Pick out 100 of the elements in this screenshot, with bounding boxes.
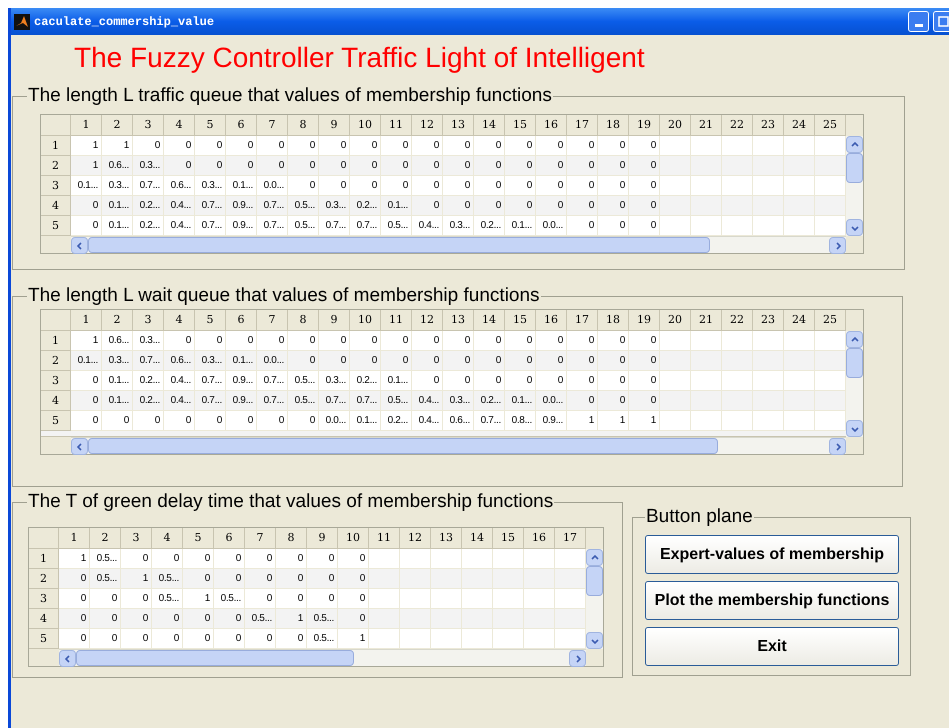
panel-title: The length L wait queue that values of membership functions [27,284,541,308]
table-cell: 0.5... [381,391,412,411]
table-cell: 0.9... [226,196,257,216]
table-cell: 0 [59,589,90,609]
table-cell [722,331,753,351]
table-cell: 0 [567,196,598,216]
action-button[interactable]: Plot the membership functions [645,581,899,620]
scroll-right-icon[interactable] [829,237,846,254]
scroll-thumb[interactable] [586,566,603,596]
table-cell: 0 [226,411,257,431]
scroll-left-icon[interactable] [59,650,76,667]
scroll-up-icon[interactable] [846,136,863,153]
table-cell: 0.7... [257,196,288,216]
action-button[interactable]: Exit [645,627,899,666]
table-cell: 0 [307,549,338,569]
table-cell: 0.1... [350,411,381,431]
table-cell: 0 [59,609,90,629]
table-cell: 0 [598,156,629,176]
scroll-thumb[interactable] [88,237,710,253]
table-cell: 0.5... [245,609,276,629]
table-cell: 0 [338,589,369,609]
scroll-up-icon[interactable] [846,331,863,348]
table-cell: 1 [121,569,152,589]
scroll-down-icon[interactable] [846,420,863,437]
table-cell: 0 [288,351,319,371]
table-cell [660,196,691,216]
scroll-left-icon[interactable] [71,438,88,455]
table-cell: 0 [183,629,214,649]
table-cell: 0 [381,136,412,156]
table-cell [815,216,846,236]
table-cell [369,549,400,569]
table-cell: 0 [598,391,629,411]
table-cell: 0.2... [133,371,164,391]
scroll-thumb[interactable] [846,153,863,183]
table-cell: 0.7... [195,391,226,411]
table-cell: 0 [59,569,90,589]
table-cell [660,136,691,156]
table-cell [431,609,462,629]
scroll-left-icon[interactable] [71,237,88,254]
table-cell [660,351,691,371]
table-cell: 0 [412,331,443,351]
table-cell: 0.1... [226,176,257,196]
table-cell: 0.9... [536,411,567,431]
table-cell: 0.7... [474,411,505,431]
table-cell: 0 [276,569,307,589]
table-cell: 0.1... [102,391,133,411]
scroll-thumb[interactable] [88,438,718,454]
table-cell: 0.5... [90,569,121,589]
table-cell: 0 [195,136,226,156]
panel-title: Button plane [645,505,754,529]
table-cell: 0.4... [164,216,195,236]
table-cell [784,331,815,351]
vertical-scrollbar[interactable] [846,331,863,437]
table-cell: 1 [71,331,102,351]
table-cell: 0 [474,371,505,391]
table-cell: 1 [183,589,214,609]
table-cell: 0 [121,549,152,569]
table-cell: 0.7... [195,371,226,391]
scroll-right-icon[interactable] [569,650,586,667]
scroll-thumb[interactable] [846,348,863,378]
panel-title: The T of green delay time that values of membership functions [27,490,554,514]
table-cell [722,136,753,156]
table-cell: 0 [598,351,629,371]
scroll-right-icon[interactable] [829,438,846,455]
table-cell [784,196,815,216]
table-cell [493,609,524,629]
table-cell: 0 [90,629,121,649]
maximize-button[interactable] [933,11,949,32]
table-cell: 0 [307,589,338,609]
table-cell: 0 [474,156,505,176]
table-cell: 0.5... [288,196,319,216]
scroll-down-icon[interactable] [846,219,863,236]
table-cell: 0 [443,176,474,196]
table-cell: 0 [245,569,276,589]
scroll-up-icon[interactable] [586,549,603,566]
table-cell [753,351,784,371]
table-cell: 0 [288,411,319,431]
table-cell: 1 [59,549,90,569]
minimize-button[interactable] [908,11,929,32]
scroll-thumb[interactable] [76,650,354,666]
table-cell: 0 [350,176,381,196]
table-cell: 0 [288,156,319,176]
table-cell: 0 [257,411,288,431]
table-cell: 0 [121,589,152,609]
table-cell: 0 [598,371,629,391]
scroll-down-icon[interactable] [586,632,603,649]
table-cell: 0.2... [350,371,381,391]
table-cell [462,609,493,629]
table-cell: 1 [71,156,102,176]
vertical-scrollbar[interactable] [846,136,863,236]
table-cell [431,549,462,569]
table-cell: 0 [536,156,567,176]
table-cell: 0 [598,216,629,236]
panel-title: The length L traffic queue that values of membership functions [27,84,553,108]
table-cell: 0 [567,351,598,371]
table-cell: 0 [164,156,195,176]
vertical-scrollbar[interactable] [586,549,603,649]
action-button[interactable]: Expert-values of membership [645,535,899,574]
table-cell: 0 [102,411,133,431]
table-cell [400,589,431,609]
